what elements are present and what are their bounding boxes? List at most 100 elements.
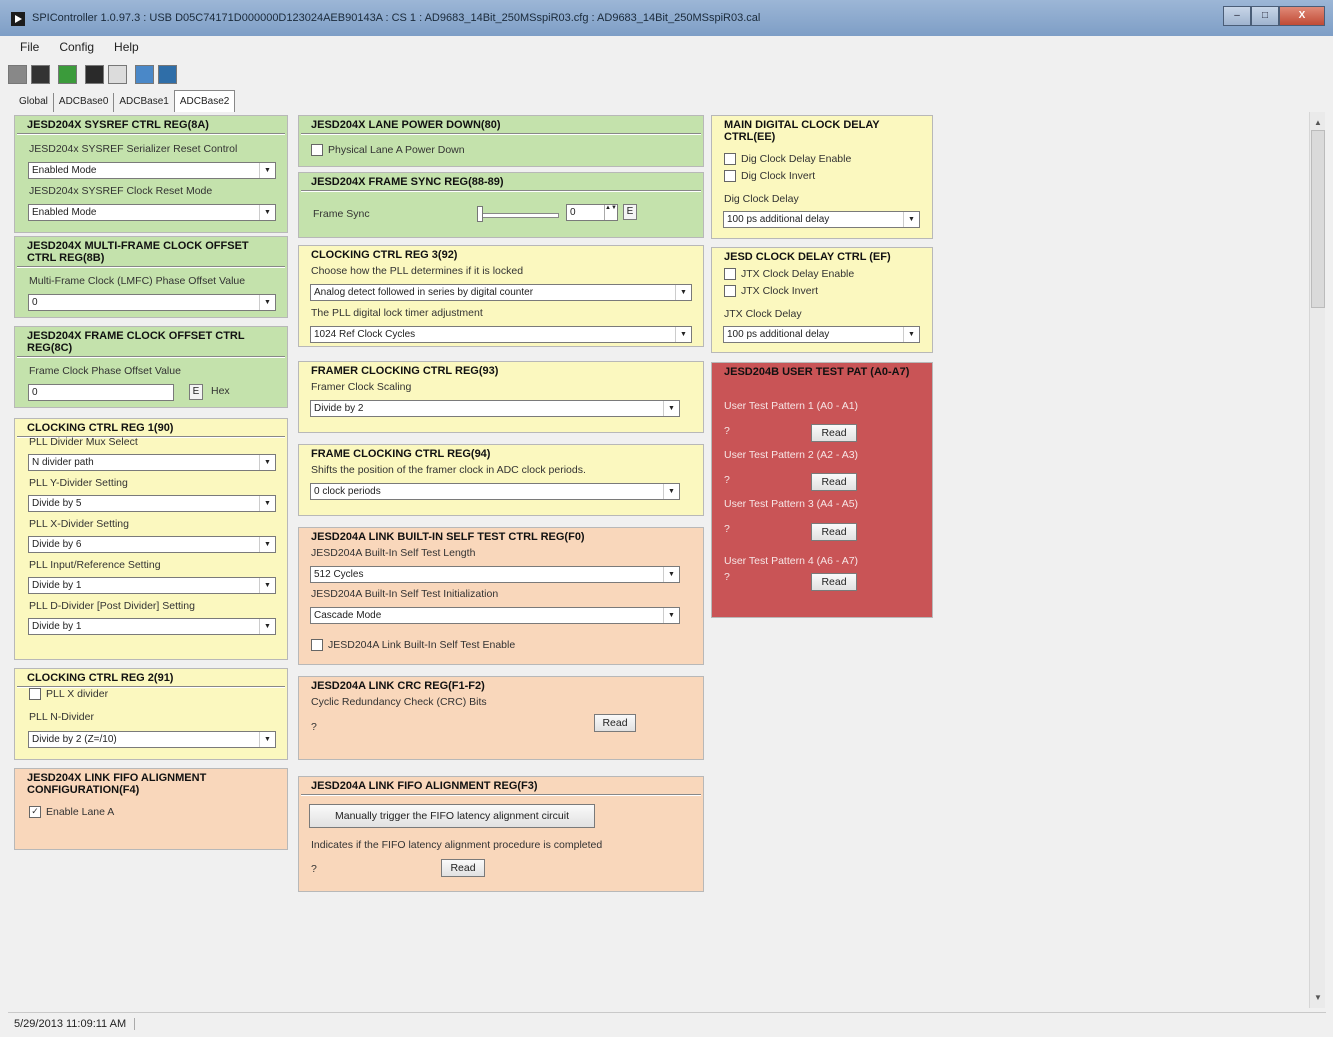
sysref-reset-control-dropdown[interactable]: Enabled Mode ▼ xyxy=(28,162,276,179)
pll-input-reference-label: PLL Input/Reference Setting xyxy=(29,559,161,571)
stop-icon[interactable] xyxy=(8,64,27,84)
test-pattern-3-read-button[interactable]: Read xyxy=(811,523,857,541)
panel-lmfc-offset: JESD204X MULTI-FRAME CLOCK OFFSET CTRL R… xyxy=(14,236,288,318)
panel-title: JESD CLOCK DELAY CTRL (EF) xyxy=(724,251,891,263)
dropdown-value: 1024 Ref Clock Cycles xyxy=(314,329,416,340)
frame-clock-offset-label: Frame Clock Phase Offset Value xyxy=(29,365,181,377)
test-pattern-2-label: User Test Pattern 2 (A2 - A3) xyxy=(724,449,859,461)
dropdown-value: Analog detect followed in series by digi… xyxy=(314,287,534,298)
pll-input-reference-dropdown[interactable]: Divide by 1 ▼ xyxy=(28,577,276,594)
dropdown-value: Divide by 2 (Z=/10) xyxy=(32,734,117,745)
pll-y-divider-label: PLL Y-Divider Setting xyxy=(29,477,128,489)
close-button[interactable]: X xyxy=(1279,6,1325,26)
test-pattern-2-read-button[interactable]: Read xyxy=(811,473,857,491)
chart-icon[interactable] xyxy=(135,64,154,84)
open-icon[interactable] xyxy=(85,64,104,84)
bist-initialization-dropdown[interactable]: Cascade Mode ▼ xyxy=(310,607,680,624)
scroll-down-icon[interactable]: ▼ xyxy=(1314,993,1322,1002)
chevron-down-icon: ▼ xyxy=(259,295,275,310)
menu-file[interactable]: File xyxy=(8,37,45,57)
dig-clock-delay-dropdown[interactable]: 100 ps additional delay ▼ xyxy=(723,211,920,228)
tab-global[interactable]: Global xyxy=(14,93,54,112)
dig-clock-invert-checkbox[interactable]: Dig Clock Invert xyxy=(724,170,815,182)
slider-thumb[interactable] xyxy=(477,206,483,222)
frame-sync-edit-button[interactable]: E xyxy=(623,204,637,220)
dropdown-value: Divide by 5 xyxy=(32,498,82,509)
new-icon[interactable] xyxy=(58,64,77,84)
lmfc-offset-dropdown[interactable]: 0 ▼ xyxy=(28,294,276,311)
crc-bits-value: ? xyxy=(311,721,317,733)
spin-arrows-icon[interactable]: ▲▼ xyxy=(604,205,617,220)
pll-x-divider-dropdown[interactable]: Divide by 6 ▼ xyxy=(28,536,276,553)
panel-clocking-ctrl-3: CLOCKING CTRL REG 3(92) Choose how the P… xyxy=(298,245,704,347)
bist-length-dropdown[interactable]: 512 Cycles ▼ xyxy=(310,566,680,583)
checkbox-label: Dig Clock Invert xyxy=(741,170,816,182)
panel-frame-sync: JESD204X FRAME SYNC REG(88-89) Frame Syn… xyxy=(298,172,704,238)
hex-edit-button[interactable]: E xyxy=(189,384,203,400)
fifo-alignment-read-button[interactable]: Read xyxy=(441,859,485,877)
title-bar: SPIController 1.0.97.3 : USB D05C74171D0… xyxy=(0,0,1333,36)
chevron-down-icon: ▼ xyxy=(259,455,275,470)
frame-sync-spinbox[interactable]: 0 ▲▼ xyxy=(566,204,618,221)
frame-sync-slider[interactable] xyxy=(477,213,559,218)
jtx-clock-invert-checkbox[interactable]: JTX Clock Invert xyxy=(724,285,818,297)
panel-title: JESD204A LINK BUILT-IN SELF TEST CTRL RE… xyxy=(311,531,585,543)
scroll-up-icon[interactable]: ▲ xyxy=(1314,118,1322,127)
panel-frame-clock-offset: JESD204X FRAME CLOCK OFFSET CTRL REG(8C)… xyxy=(14,326,288,408)
maximize-button[interactable]: □ xyxy=(1251,6,1279,26)
tab-adcbase1[interactable]: ADCBase1 xyxy=(114,93,173,112)
checkbox-box xyxy=(29,688,41,700)
frame-sync-label: Frame Sync xyxy=(313,208,370,220)
chevron-down-icon: ▼ xyxy=(259,163,275,178)
panel-title: CLOCKING CTRL REG 2(91) xyxy=(27,672,174,684)
jtx-clock-delay-dropdown[interactable]: 100 ps additional delay ▼ xyxy=(723,326,920,343)
checkbox-label: JESD204A Link Built-In Self Test Enable xyxy=(328,639,516,651)
panel-title: JESD204X SYSREF CTRL REG(8A) xyxy=(27,119,209,131)
dropdown-value: Divide by 2 xyxy=(314,403,364,414)
chevron-down-icon: ▼ xyxy=(259,205,275,220)
pll-lock-method-dropdown[interactable]: Analog detect followed in series by digi… xyxy=(310,284,692,301)
panel-title: JESD204A LINK CRC REG(F1-F2) xyxy=(311,680,485,692)
chevron-down-icon: ▼ xyxy=(663,484,679,499)
dig-clock-delay-label: Dig Clock Delay xyxy=(724,193,799,205)
toolbar xyxy=(8,60,181,88)
pll-n-divider-dropdown[interactable]: Divide by 2 (Z=/10) ▼ xyxy=(28,731,276,748)
framer-clock-position-dropdown[interactable]: 0 clock periods ▼ xyxy=(310,483,680,500)
trigger-fifo-alignment-button[interactable]: Manually trigger the FIFO latency alignm… xyxy=(309,804,595,828)
frame-clock-offset-input[interactable]: 0 xyxy=(28,384,174,401)
test-pattern-1-read-button[interactable]: Read xyxy=(811,424,857,442)
save-icon[interactable] xyxy=(31,64,50,84)
chevron-down-icon: ▼ xyxy=(675,327,691,342)
pll-divider-mux-dropdown[interactable]: N divider path ▼ xyxy=(28,454,276,471)
framer-clock-scaling-dropdown[interactable]: Divide by 2 ▼ xyxy=(310,400,680,417)
scrollbar-thumb[interactable] xyxy=(1311,130,1325,308)
sysref-clock-reset-mode-dropdown[interactable]: Enabled Mode ▼ xyxy=(28,204,276,221)
jtx-clock-delay-enable-checkbox[interactable]: JTX Clock Delay Enable xyxy=(724,268,854,280)
download-icon[interactable] xyxy=(158,64,177,84)
menu-help[interactable]: Help xyxy=(100,37,145,57)
spinbox-value: 0 xyxy=(570,207,576,218)
pll-y-divider-dropdown[interactable]: Divide by 5 ▼ xyxy=(28,495,276,512)
enable-lane-a-checkbox[interactable]: ✓ Enable Lane A xyxy=(29,806,114,818)
pll-lock-timer-dropdown[interactable]: 1024 Ref Clock Cycles ▼ xyxy=(310,326,692,343)
bist-enable-checkbox[interactable]: JESD204A Link Built-In Self Test Enable xyxy=(311,639,515,651)
tab-adcbase0[interactable]: ADCBase0 xyxy=(54,93,115,112)
vertical-scrollbar[interactable]: ▲ ▼ xyxy=(1309,112,1325,1008)
bist-initialization-label: JESD204A Built-In Self Test Initializati… xyxy=(311,588,499,600)
lmfc-offset-label: Multi-Frame Clock (LMFC) Phase Offset Va… xyxy=(29,275,246,287)
menu-config[interactable]: Config xyxy=(45,37,100,57)
panel-framer-clocking: FRAMER CLOCKING CTRL REG(93) Framer Cloc… xyxy=(298,361,704,433)
pll-x-divider-checkbox[interactable]: PLL X divider xyxy=(29,688,108,700)
test-pattern-4-read-button[interactable]: Read xyxy=(811,573,857,591)
dig-clock-delay-enable-checkbox[interactable]: Dig Clock Delay Enable xyxy=(724,153,851,165)
tab-adcbase2[interactable]: ADCBase2 xyxy=(173,90,236,112)
minimize-button[interactable]: – xyxy=(1223,6,1251,26)
panel-fifo-alignment-config: JESD204X LINK FIFO ALIGNMENT CONFIGURATI… xyxy=(14,768,288,850)
lane-a-power-down-checkbox[interactable]: Physical Lane A Power Down xyxy=(311,144,465,156)
panel-title: CLOCKING CTRL REG 3(92) xyxy=(311,249,458,261)
panel-title: JESD204A LINK FIFO ALIGNMENT REG(F3) xyxy=(311,780,538,792)
table-icon[interactable] xyxy=(108,64,127,84)
panel-clocking-ctrl-2: CLOCKING CTRL REG 2(91) PLL X divider PL… xyxy=(14,668,288,760)
pll-d-divider-dropdown[interactable]: Divide by 1 ▼ xyxy=(28,618,276,635)
crc-read-button[interactable]: Read xyxy=(594,714,636,732)
